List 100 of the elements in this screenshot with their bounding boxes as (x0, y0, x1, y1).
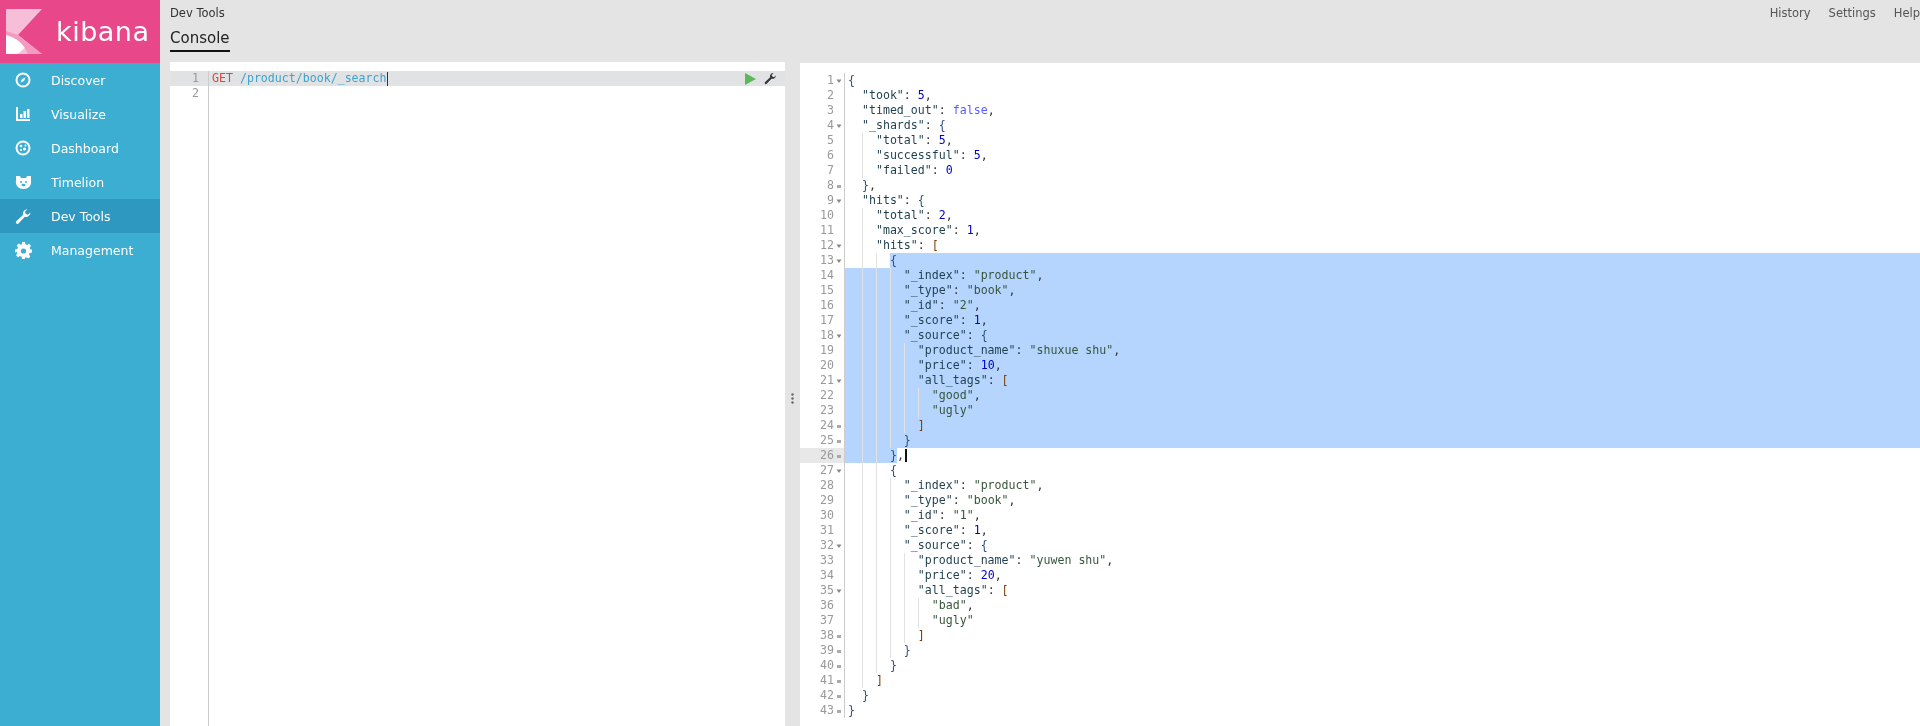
fold-arrow-icon[interactable] (836, 197, 842, 204)
code-line: "_source": { (903, 328, 988, 342)
fold-end-icon[interactable] (836, 677, 842, 684)
fold-end-icon[interactable] (836, 182, 842, 189)
bar-chart-icon (15, 106, 31, 122)
code-line: } (861, 688, 869, 702)
code-line: "took": 5, (861, 88, 932, 102)
fold-arrow-icon[interactable] (836, 587, 842, 594)
header-link[interactable]: Help (1893, 6, 1920, 20)
line-number: 34 (820, 568, 834, 583)
code-line: "bad", (931, 598, 974, 612)
code-line: "good", (931, 388, 981, 402)
code-line: "price": 20, (917, 568, 1002, 582)
fold-arrow-icon[interactable] (836, 257, 842, 264)
line-number: 23 (820, 403, 834, 418)
kibana-logo-icon (6, 9, 42, 54)
fold-arrow-icon[interactable] (836, 467, 842, 474)
sidebar-item[interactable]: Dashboard (0, 131, 160, 165)
header-link[interactable]: Settings (1828, 6, 1876, 20)
dashboard-icon (15, 140, 31, 156)
fold-end-icon[interactable] (836, 452, 842, 459)
resize-handle-icon[interactable] (791, 392, 794, 404)
text-cursor (386, 71, 388, 86)
line-number: 29 (820, 493, 834, 508)
code-line: "timed_out": false, (861, 103, 995, 117)
fold-arrow-icon[interactable] (836, 77, 842, 84)
sidebar-item[interactable]: Timelion (0, 165, 160, 199)
wrench-icon[interactable] (764, 72, 777, 85)
line-number: 19 (820, 343, 834, 358)
fold-arrow-icon[interactable] (836, 242, 842, 249)
fold-arrow-icon[interactable] (836, 377, 842, 384)
code-line: "total": 5, (875, 133, 953, 147)
code-line: "_type": "book", (903, 283, 1016, 297)
line-number: 7 (827, 163, 834, 178)
fold-arrow-icon[interactable] (836, 542, 842, 549)
fold-end-icon[interactable] (836, 422, 842, 429)
line-number: 5 (827, 133, 834, 148)
fold-end-icon[interactable] (836, 692, 842, 699)
line-number: 35 (820, 583, 834, 598)
line-number: 33 (820, 553, 834, 568)
code-line: } (903, 433, 911, 447)
code-line: "hits": { (861, 193, 925, 207)
fold-end-icon[interactable] (836, 647, 842, 654)
line-number: 30 (820, 508, 834, 523)
text-cursor (904, 449, 907, 462)
code-line: "total": 2, (875, 208, 953, 222)
fold-end-icon[interactable] (836, 662, 842, 669)
fold-end-icon[interactable] (836, 437, 842, 444)
code-line: { (889, 463, 897, 477)
code-line: "_score": 1, (903, 313, 988, 327)
line-number: 26 (820, 448, 834, 463)
page-title: Dev Tools (170, 6, 225, 20)
sidebar-item[interactable]: Discover (0, 63, 160, 97)
sidebar-item[interactable]: Management (0, 233, 160, 267)
code-line: "price": 10, (917, 358, 1002, 372)
line-number: 1 (827, 73, 834, 88)
request-line: GET /product/book/_search (212, 71, 387, 86)
line-number: 31 (820, 523, 834, 538)
fold-end-icon[interactable] (836, 707, 842, 714)
code-line: "_type": "book", (903, 493, 1016, 507)
play-icon[interactable] (745, 72, 756, 85)
line-number: 14 (820, 268, 834, 283)
line-number: 1 (170, 71, 208, 86)
code-line: } (889, 658, 897, 672)
line-number: 13 (820, 253, 834, 268)
line-number: 3 (827, 103, 834, 118)
code-line: "_source": { (903, 538, 988, 552)
fold-end-icon[interactable] (836, 632, 842, 639)
code-line: ] (917, 628, 925, 642)
wrench-icon (15, 207, 32, 225)
line-number: 40 (820, 658, 834, 673)
line-number: 15 (820, 283, 834, 298)
code-line: "all_tags": [ (917, 583, 1009, 597)
line-number: 12 (820, 238, 834, 253)
line-number: 32 (820, 538, 834, 553)
fold-arrow-icon[interactable] (836, 122, 842, 129)
code-line: "failed": 0 (875, 163, 953, 177)
sidebar-item[interactable]: Visualize (0, 97, 160, 131)
code-line: ] (917, 418, 925, 432)
code-line: { (889, 253, 897, 267)
line-number: 37 (820, 613, 834, 628)
line-number: 42 (820, 688, 834, 703)
code-line: "_id": "2", (903, 298, 981, 312)
header-link[interactable]: History (1769, 6, 1811, 20)
code-line: "_index": "product", (903, 268, 1044, 282)
line-number: 17 (820, 313, 834, 328)
line-number: 22 (820, 388, 834, 403)
line-number: 8 (827, 178, 834, 193)
line-number: 10 (820, 208, 834, 223)
fold-arrow-icon[interactable] (836, 332, 842, 339)
code-line: "_id": "1", (903, 508, 981, 522)
line-number: 38 (820, 628, 834, 643)
code-line: "ugly" (931, 613, 974, 627)
sidebar-item[interactable]: Dev Tools (0, 199, 160, 233)
code-line: } (848, 703, 855, 717)
code-line: "product_name": "yuwen shu", (917, 553, 1114, 567)
line-number: 43 (820, 703, 834, 718)
code-line: "ugly" (931, 403, 974, 417)
tab[interactable]: Console (170, 29, 230, 52)
line-number: 2 (827, 88, 834, 103)
